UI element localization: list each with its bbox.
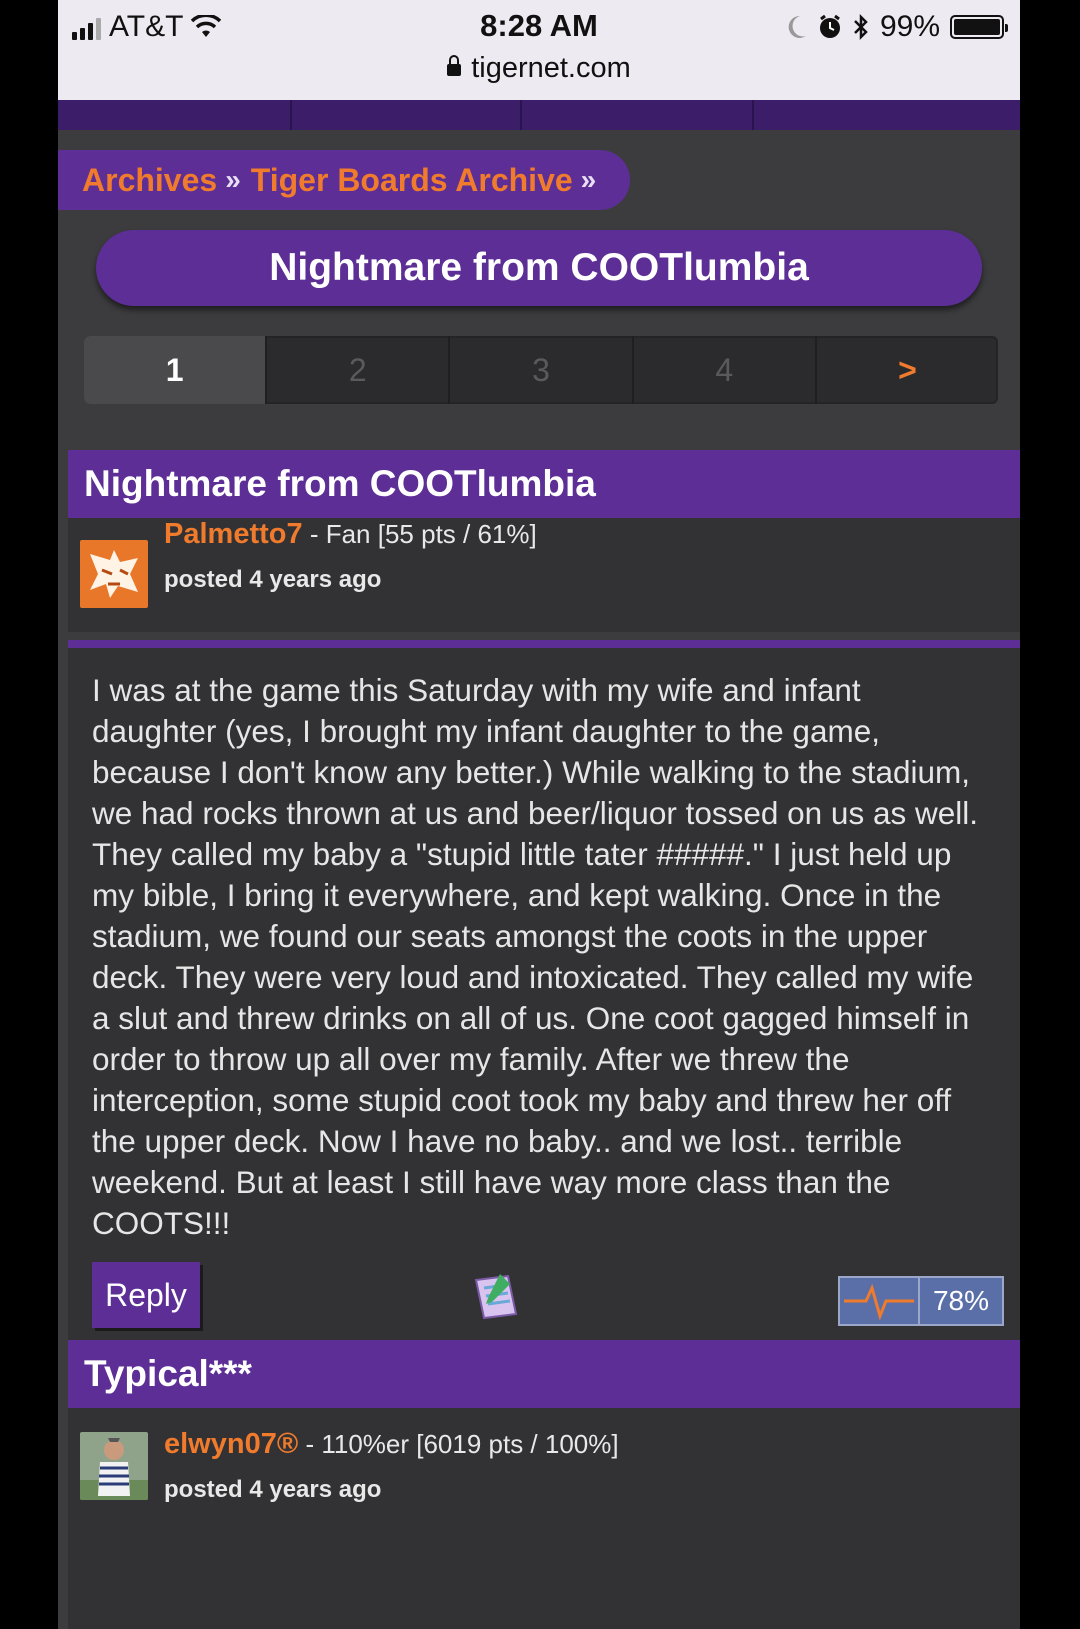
next-page-button[interactable]: > bbox=[814, 336, 998, 404]
author-name[interactable]: elwyn07® bbox=[164, 1428, 298, 1460]
avatar[interactable] bbox=[80, 540, 148, 608]
bluetooth-icon bbox=[854, 13, 868, 41]
pulse-icon bbox=[840, 1278, 920, 1324]
avatar[interactable] bbox=[80, 1432, 148, 1500]
report-icon[interactable] bbox=[470, 1270, 522, 1322]
tiger-avatar-icon bbox=[80, 540, 148, 608]
pagination: 1 2 3 4 > bbox=[84, 336, 998, 404]
breadcrumb: Archives » Tiger Boards Archive » bbox=[58, 150, 630, 210]
rating-percent: 78% bbox=[932, 1285, 990, 1316]
breadcrumb-separator: » bbox=[225, 164, 241, 195]
alarm-icon bbox=[819, 14, 840, 38]
breadcrumb-archives[interactable]: Archives bbox=[82, 162, 217, 199]
page-2-link[interactable]: 2 bbox=[265, 336, 448, 404]
battery-icon bbox=[950, 15, 1008, 39]
breadcrumb-separator: » bbox=[580, 164, 597, 195]
post-body: I was at the game this Saturday with my … bbox=[68, 640, 1020, 1357]
url-text: tigernet.com bbox=[471, 52, 631, 84]
battery-percent: 99% bbox=[879, 10, 940, 43]
lock-icon bbox=[447, 55, 462, 76]
reply-button[interactable]: Reply bbox=[92, 1262, 200, 1328]
phone-screen: AT&T 8:28 AM 99% tigernet.com Archives »… bbox=[58, 0, 1020, 1629]
breadcrumb-tiger-boards-archive[interactable]: Tiger Boards Archive bbox=[251, 162, 573, 199]
moon-icon bbox=[788, 15, 806, 38]
user-photo-avatar-icon bbox=[80, 1432, 148, 1500]
posted-time: posted 4 years ago bbox=[164, 566, 382, 593]
post-text: I was at the game this Saturday with my … bbox=[92, 672, 978, 1241]
rating-widget[interactable]: 78% bbox=[838, 1276, 1004, 1326]
page-4-link[interactable]: 4 bbox=[631, 336, 815, 404]
author-info: - Fan [55 pts / 61%] bbox=[302, 519, 537, 549]
page-1-link[interactable]: 1 bbox=[84, 336, 266, 404]
thread-title: Nightmare from COOTlumbia bbox=[96, 230, 982, 306]
author-name[interactable]: Palmetto7 bbox=[164, 518, 303, 550]
page-3-link[interactable]: 3 bbox=[448, 336, 631, 404]
post-meta: Palmetto7 - Fan [55 pts / 61%] posted 4 … bbox=[68, 518, 1020, 632]
post-meta: elwyn07® - 110%er [6019 pts / 100%] post… bbox=[68, 1408, 1020, 1629]
author-line: Palmetto7 - Fan [55 pts / 61%] bbox=[164, 518, 537, 551]
author-info: - 110%er [6019 pts / 100%] bbox=[298, 1429, 619, 1459]
post-title: Typical*** bbox=[68, 1340, 1020, 1408]
posted-time: posted 4 years ago bbox=[164, 1476, 382, 1503]
author-line: elwyn07® - 110%er [6019 pts / 100%] bbox=[164, 1428, 619, 1461]
site-nav-strip[interactable] bbox=[58, 100, 1020, 130]
status-bar: AT&T 8:28 AM 99% tigernet.com bbox=[58, 0, 1020, 100]
url-bar[interactable]: tigernet.com bbox=[58, 52, 1020, 85]
status-right-group: 99% bbox=[786, 10, 1008, 44]
post-title: Nightmare from COOTlumbia bbox=[68, 450, 1020, 518]
